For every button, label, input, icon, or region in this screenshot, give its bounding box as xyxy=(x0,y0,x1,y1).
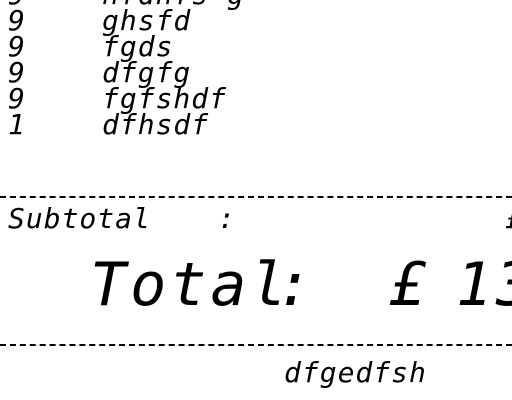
item-quantity: 1 xyxy=(8,108,26,141)
total-currency: £ xyxy=(390,250,431,320)
subtotal-row: Subtotal : £ xyxy=(8,202,512,235)
subtotal-colon: : xyxy=(218,202,236,235)
list-item: 1 dfhsdf xyxy=(8,108,245,141)
total-label: Total xyxy=(90,250,291,320)
subtotal-label: Subtotal xyxy=(8,202,151,235)
total-colon: : xyxy=(276,250,317,320)
dashed-divider xyxy=(0,196,512,198)
total-row: Total : £ 13 xyxy=(90,250,512,320)
item-name: dfhsdf xyxy=(102,108,210,141)
item-list: 9 hfdhfs g 9 ghsfd 9 fgds 9 dfgfg 9 fgfs… xyxy=(8,0,245,141)
total-value: 13 xyxy=(456,250,512,320)
footer-text: dfgedfsh xyxy=(284,356,427,389)
subtotal-value: £ xyxy=(506,202,512,235)
dashed-divider xyxy=(0,344,512,346)
receipt: 9 hfdhfs g 9 ghsfd 9 fgds 9 dfgfg 9 fgfs… xyxy=(0,0,512,400)
